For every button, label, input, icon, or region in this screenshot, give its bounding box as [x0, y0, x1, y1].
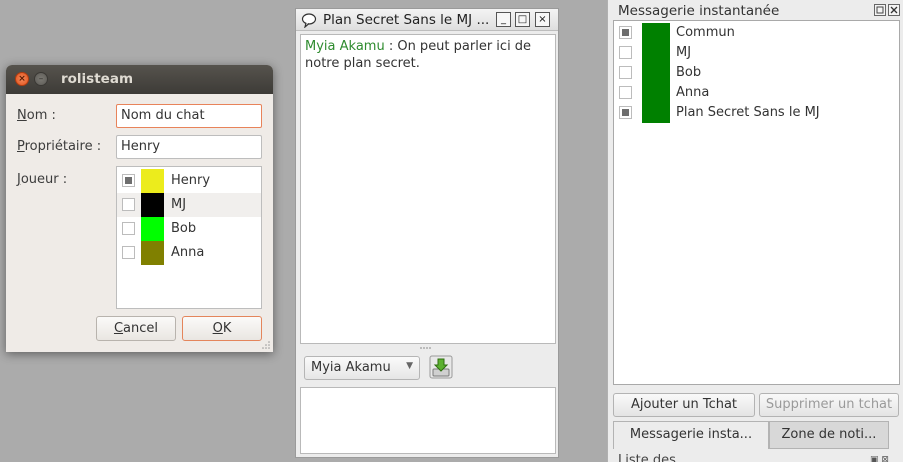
player-color-swatch	[141, 169, 164, 193]
splitter-handle[interactable]	[418, 346, 434, 350]
room-label: Commun	[676, 25, 735, 40]
player-label: Joueur :	[17, 172, 68, 187]
next-dock-title: Liste des...	[618, 453, 689, 462]
player-item-anna[interactable]: Anna	[117, 241, 261, 265]
room-color-swatch	[642, 83, 670, 103]
dialog-title: rolisteam	[61, 71, 134, 87]
add-chat-button[interactable]: Ajouter un Tchat	[613, 393, 755, 417]
room-color-swatch	[642, 23, 670, 43]
room-item-commun[interactable]: Commun	[614, 23, 899, 43]
dialog-titlebar[interactable]: × – rolisteam	[6, 65, 273, 94]
tab-instant-messaging[interactable]: Messagerie insta...	[613, 421, 769, 449]
player-label: Bob	[171, 221, 197, 236]
room-item-plan-secret[interactable]: Plan Secret Sans le MJ	[614, 103, 899, 123]
room-color-swatch	[642, 43, 670, 63]
room-label: Anna	[676, 85, 710, 100]
chat-message-input[interactable]	[300, 387, 556, 454]
new-chat-dialog: × – rolisteam Nom : Nom du chat Propriét…	[6, 65, 273, 352]
ok-button[interactable]: OK	[182, 316, 262, 341]
player-label: Henry	[171, 173, 211, 188]
tab-notification-zone[interactable]: Zone de noti...	[769, 421, 889, 449]
send-file-button[interactable]	[429, 355, 453, 379]
name-label: Nom :	[17, 108, 56, 123]
room-checkbox[interactable]	[619, 26, 632, 39]
instant-messaging-dock: Messagerie instantanée Commun MJ Bob Ann…	[607, 0, 903, 462]
resize-grip-icon[interactable]	[262, 341, 270, 349]
player-color-swatch	[141, 193, 164, 217]
chat-room-list[interactable]: Commun MJ Bob Anna Plan Secret Sans le M…	[613, 20, 900, 385]
room-item-anna[interactable]: Anna	[614, 83, 899, 103]
maximize-button[interactable]: □	[515, 12, 530, 27]
delete-chat-button[interactable]: Supprimer un tchat	[759, 393, 899, 417]
room-checkbox[interactable]	[619, 106, 632, 119]
player-list[interactable]: Henry MJ Bob Anna	[116, 166, 262, 309]
room-item-bob[interactable]: Bob	[614, 63, 899, 83]
room-color-swatch	[642, 63, 670, 83]
cancel-button[interactable]: Cancel	[96, 316, 176, 341]
room-color-swatch	[642, 103, 670, 123]
sender-select[interactable]: Myia Akamu ▼	[304, 356, 420, 380]
player-item-bob[interactable]: Bob	[117, 217, 261, 241]
close-icon[interactable]: ×	[15, 72, 29, 86]
chat-name-field[interactable]: Nom du chat	[116, 104, 262, 128]
chat-bubble-icon	[301, 13, 317, 28]
room-checkbox[interactable]	[619, 66, 632, 79]
chat-message-log[interactable]: Myia Akamu : On peut parler ici de notre…	[300, 34, 556, 344]
room-label: Plan Secret Sans le MJ	[676, 105, 820, 120]
player-checkbox[interactable]	[122, 246, 135, 259]
message-author: Myia Akamu	[305, 39, 385, 54]
player-color-swatch	[141, 241, 164, 265]
float-dock-icon[interactable]	[874, 4, 886, 16]
owner-field[interactable]: Henry	[116, 135, 262, 159]
player-item-mj[interactable]: MJ	[117, 193, 261, 217]
player-color-swatch	[141, 217, 164, 241]
player-item-henry[interactable]: Henry	[117, 169, 261, 193]
room-label: MJ	[676, 45, 692, 60]
minimize-icon[interactable]: –	[34, 72, 48, 86]
player-checkbox[interactable]	[122, 174, 135, 187]
sender-select-value: Myia Akamu	[311, 360, 391, 375]
room-label: Bob	[676, 65, 702, 80]
player-label: MJ	[171, 197, 187, 212]
owner-label: Propriétaire :	[17, 139, 102, 154]
dock-title: Messagerie instantanée	[618, 3, 780, 19]
minimize-button[interactable]: _	[496, 12, 511, 27]
chat-window: Plan Secret Sans le MJ ... _ □ × Myia Ak…	[295, 8, 559, 458]
chat-titlebar[interactable]: Plan Secret Sans le MJ ... _ □ ×	[296, 9, 558, 31]
player-checkbox[interactable]	[122, 198, 135, 211]
close-button[interactable]: ×	[535, 12, 550, 27]
chevron-down-icon: ▼	[406, 361, 413, 371]
room-checkbox[interactable]	[619, 86, 632, 99]
room-item-mj[interactable]: MJ	[614, 43, 899, 63]
close-dock-icon[interactable]	[888, 4, 900, 16]
chat-window-title: Plan Secret Sans le MJ ...	[323, 12, 490, 28]
player-checkbox[interactable]	[122, 222, 135, 235]
player-label: Anna	[171, 245, 205, 260]
dock-controls-icon[interactable]: ▣ ⊠	[870, 455, 889, 462]
room-checkbox[interactable]	[619, 46, 632, 59]
